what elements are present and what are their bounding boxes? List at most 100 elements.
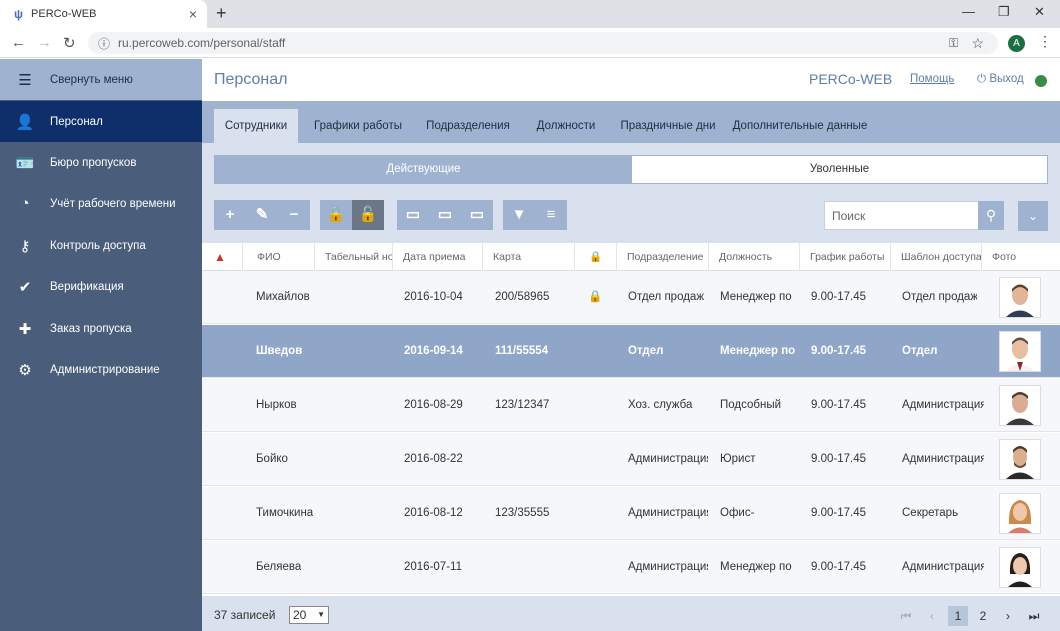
card-search-icon: ▭ (469, 206, 485, 223)
cell-department: Отдел продаж (628, 291, 704, 303)
sidebar-item-access-control[interactable]: ⚷ Контроль доступа (0, 225, 202, 266)
back-icon[interactable]: ← (11, 34, 26, 51)
cell-card: 123/35555 (495, 507, 550, 519)
column-header-schedule[interactable]: График работы (799, 243, 890, 271)
search-button[interactable]: ⚲ (978, 201, 1004, 230)
sidebar-item-order-pass[interactable]: ✚ Заказ пропуска (0, 308, 202, 349)
column-header-name[interactable]: ФИО (242, 243, 314, 271)
more-options-button[interactable]: ⌄ (1018, 201, 1048, 231)
add-button[interactable]: + (214, 200, 246, 230)
table-body: Михайлов 2016-10-04 200/58965 🔒 Отдел пр… (202, 271, 1060, 596)
list-icon: ≡ (546, 206, 556, 223)
tab-employees[interactable]: Сотрудники (214, 109, 298, 143)
tab-additional-data[interactable]: Дополнительные данные (730, 109, 870, 143)
columns-button[interactable]: ≡ (535, 200, 567, 230)
close-window-icon[interactable]: ✕ (1034, 4, 1045, 20)
tab-positions[interactable]: Должности (526, 109, 606, 143)
key-icon[interactable]: ⚿ (949, 36, 958, 51)
url-field[interactable]: ⓘ ru.percoweb.com/personal/staff ⚿ ☆ (88, 32, 998, 54)
edit-button[interactable]: ✎ (246, 200, 278, 230)
minimize-icon[interactable]: — (962, 4, 975, 19)
sidebar-item-label: Бюро пропусков (50, 156, 137, 169)
sidebar-item-verification[interactable]: ✔ Верификация (0, 266, 202, 307)
column-header-department[interactable]: Подразделение (616, 243, 708, 271)
delete-button[interactable]: − (278, 200, 310, 230)
find-card-button[interactable]: ▭ (461, 200, 493, 230)
cell-department: Отдел (628, 345, 664, 357)
page-button-2[interactable]: 2 (973, 606, 993, 626)
issue-card-button[interactable]: ▭ (397, 200, 429, 230)
filter-button[interactable]: ▼ (503, 200, 535, 230)
sidebar-item-administration[interactable]: ⚙ Администрирование (0, 349, 202, 390)
restore-icon[interactable]: ❐ (998, 4, 1010, 20)
browser-menu-icon[interactable]: ⋮ (1038, 33, 1052, 50)
last-page-icon[interactable]: ⏭ (1024, 606, 1044, 626)
cell-department: Администрация (628, 453, 708, 465)
table-row[interactable]: Нырков 2016-08-29 123/12347 Хоз. служба … (202, 379, 1060, 432)
search-input[interactable] (825, 202, 975, 229)
browser-tab[interactable]: ψ PERCo-WEB × (0, 0, 207, 28)
segment-active[interactable]: Действующие (215, 156, 632, 183)
cell-name: Нырков (256, 399, 297, 411)
column-header-access-template[interactable]: Шаблон доступа (890, 243, 981, 271)
table-row[interactable]: Тимочкина 2016-08-12 123/35555 Администр… (202, 487, 1060, 540)
logout-button[interactable]: ⏻ Выход (977, 73, 1024, 86)
column-header-lock[interactable]: 🔒 (574, 243, 616, 271)
withdraw-card-button[interactable]: ▭ (429, 200, 461, 230)
locked-icon: 🔒 (588, 291, 603, 303)
bookmark-star-icon[interactable]: ☆ (971, 35, 984, 52)
column-header-personnel-number[interactable]: Табельный номер (314, 243, 392, 271)
column-header-position[interactable]: Должность (708, 243, 799, 271)
cell-access-template: Администрация (902, 561, 984, 573)
browser-tab-bar: ψ PERCo-WEB × + — ❐ ✕ (0, 0, 1060, 28)
prev-page-icon[interactable]: ‹ (922, 606, 942, 626)
cell-name: Шведов (256, 345, 303, 357)
tab-work-schedules[interactable]: Графики работы (306, 109, 410, 143)
reload-icon[interactable]: ↻ (63, 34, 76, 52)
new-tab-icon[interactable]: + (216, 3, 227, 24)
cell-access-template: Отдел (902, 345, 938, 357)
lock-button[interactable]: 🔒 (320, 200, 352, 230)
tab-holidays[interactable]: Праздничные дни (616, 109, 720, 143)
table-footer: 37 записей 20 ▼ ⏮ ‹ 1 2 › ⏭ (202, 596, 1060, 631)
table-row[interactable]: Михайлов 2016-10-04 200/58965 🔒 Отдел пр… (202, 271, 1060, 324)
sidebar-item-collapse[interactable]: ☰ Свернуть меню (0, 59, 202, 100)
unlock-button[interactable]: 🔓 (352, 200, 384, 230)
plus-icon: + (225, 206, 235, 223)
gear-icon: ⚙ (18, 361, 32, 379)
page-button-1[interactable]: 1 (948, 606, 968, 626)
cell-schedule: 9.00-17.45 (811, 345, 866, 357)
warning-column-header[interactable]: ▲ (202, 243, 242, 271)
logout-label: Выход (989, 73, 1024, 85)
filter-icon: ▼ (511, 206, 527, 223)
sidebar-item-label: Учёт рабочего времени (50, 197, 176, 210)
status-segmented-control: Действующие Уволенные (214, 155, 1048, 184)
record-count: 37 записей (214, 608, 276, 622)
page-title: Персонал (214, 71, 288, 88)
next-page-icon[interactable]: › (998, 606, 1018, 626)
cell-schedule: 9.00-17.45 (811, 561, 866, 573)
profile-avatar[interactable]: A (1008, 35, 1025, 52)
employee-photo (999, 277, 1041, 318)
sidebar-item-personnel[interactable]: 👤 Персонал (0, 101, 202, 142)
page-size-select[interactable]: 20 ▼ (289, 606, 329, 624)
table-row[interactable]: Беляева 2016-07-11 Администрация Менедже… (202, 541, 1060, 594)
user-icon: 👤 (15, 113, 35, 131)
sidebar-item-label: Администрирование (50, 363, 160, 376)
column-header-photo[interactable]: Фото (981, 243, 1060, 271)
table-row[interactable]: Бойко 2016-08-22 Администрация Юрист 9.0… (202, 433, 1060, 486)
tab-departments[interactable]: Подразделения (420, 109, 516, 143)
column-header-card[interactable]: Карта (482, 243, 574, 271)
segment-dismissed[interactable]: Уволенные (632, 156, 1047, 183)
forward-icon[interactable]: → (37, 34, 52, 51)
help-link[interactable]: Помощь (910, 73, 954, 85)
sidebar-item-time-tracking[interactable]: ◔ Учёт рабочего времени (0, 183, 202, 224)
site-info-icon[interactable]: ⓘ (98, 35, 110, 52)
close-tab-icon[interactable]: × (189, 6, 197, 22)
sidebar-item-pass-bureau[interactable]: 🪪 Бюро пропусков (0, 142, 202, 183)
column-header-hire-date[interactable]: Дата приема (392, 243, 482, 271)
employee-photo (999, 493, 1041, 534)
first-page-icon[interactable]: ⏮ (896, 606, 916, 626)
table-row[interactable]: Шведов 2016-09-14 111/55554 Отдел Менедж… (202, 325, 1060, 378)
cell-position: Юрист (720, 453, 756, 465)
